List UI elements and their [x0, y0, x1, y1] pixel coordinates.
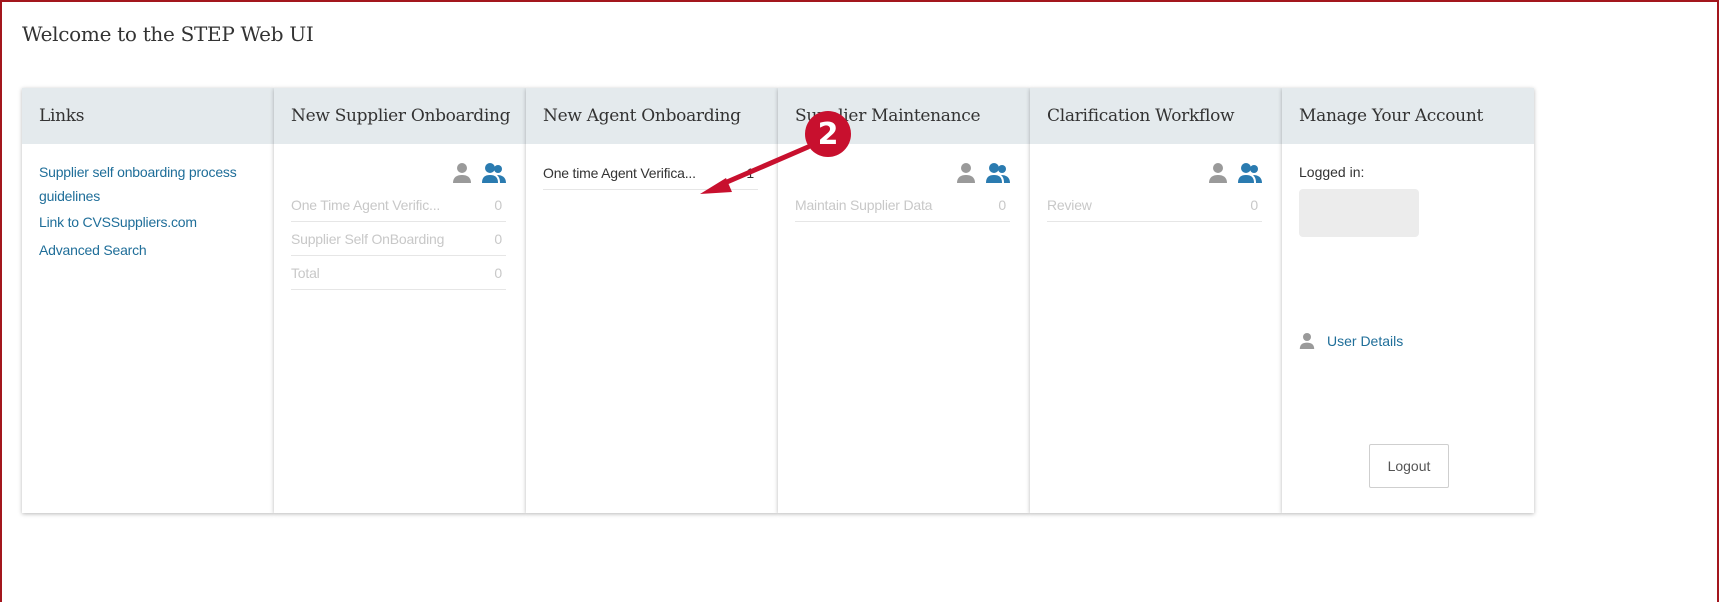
annotation-marker: 2 [805, 111, 851, 157]
single-user-icon[interactable] [1208, 162, 1228, 184]
row-count: 1 [746, 164, 754, 181]
table-row[interactable]: Supplier Self OnBoarding 0 [291, 222, 506, 256]
new-agent-rows: One time Agent Verifica... 1 [543, 156, 758, 190]
row-label: One time Agent Verifica... [543, 164, 696, 181]
row-count: 0 [998, 196, 1006, 213]
account-card-header: Manage Your Account [1282, 88, 1534, 144]
new-supplier-onboarding-card: New Supplier Onboarding One Time Agent V… [274, 88, 526, 513]
row-count: 0 [494, 230, 502, 247]
manage-account-card: Manage Your Account Logged in: User Deta… [1282, 88, 1534, 513]
table-row[interactable]: Total 0 [291, 256, 506, 290]
row-label: Maintain Supplier Data [795, 196, 933, 213]
row-count: 0 [494, 264, 502, 281]
link-advanced-search[interactable]: Advanced Search [39, 236, 257, 264]
table-row[interactable]: One Time Agent Verific... 0 [291, 188, 506, 222]
table-row[interactable]: Review 0 [1047, 188, 1262, 222]
clarification-view-toggle [1208, 162, 1262, 184]
clarification-workflow-card: Clarification Workflow Review 0 [1030, 88, 1282, 513]
new-agent-card-header: New Agent Onboarding [526, 88, 778, 144]
links-card: Links Supplier self onboarding process g… [22, 88, 274, 513]
user-details-label: User Details [1327, 333, 1404, 349]
row-label: Total [291, 264, 320, 281]
single-user-icon[interactable] [452, 162, 472, 184]
links-list: Supplier self onboarding process guideli… [22, 144, 274, 280]
row-count: 0 [1250, 196, 1258, 213]
user-icon [1299, 333, 1315, 349]
new-agent-onboarding-card: New Agent Onboarding One time Agent Veri… [526, 88, 778, 513]
group-users-icon[interactable] [986, 162, 1010, 184]
row-label: Supplier Self OnBoarding [291, 230, 445, 247]
clarification-rows: Review 0 [1047, 188, 1262, 222]
logout-button[interactable]: Logout [1369, 444, 1449, 488]
new-supplier-rows: One Time Agent Verific... 0 Supplier Sel… [291, 188, 506, 290]
links-card-header: Links [22, 88, 274, 144]
redacted-username [1299, 189, 1419, 237]
link-cvssuppliers[interactable]: Link to CVSSuppliers.com [39, 208, 257, 236]
row-label: One Time Agent Verific... [291, 196, 441, 213]
new-supplier-card-header: New Supplier Onboarding [274, 88, 526, 144]
group-users-icon[interactable] [1238, 162, 1262, 184]
user-details-link[interactable]: User Details [1299, 332, 1403, 350]
group-users-icon[interactable] [482, 162, 506, 184]
single-user-icon[interactable] [956, 162, 976, 184]
page-title: Welcome to the STEP Web UI [22, 22, 314, 46]
logged-in-label: Logged in: [1299, 164, 1365, 180]
row-count: 0 [494, 196, 502, 213]
new-supplier-view-toggle [452, 162, 506, 184]
table-row[interactable]: One time Agent Verifica... 1 [543, 156, 758, 190]
supplier-maintenance-rows: Maintain Supplier Data 0 [795, 188, 1010, 222]
row-label: Review [1047, 196, 1092, 213]
clarification-card-header: Clarification Workflow [1030, 88, 1282, 144]
table-row[interactable]: Maintain Supplier Data 0 [795, 188, 1010, 222]
supplier-maintenance-view-toggle [956, 162, 1010, 184]
link-onboarding-guidelines[interactable]: Supplier self onboarding process guideli… [39, 160, 257, 208]
